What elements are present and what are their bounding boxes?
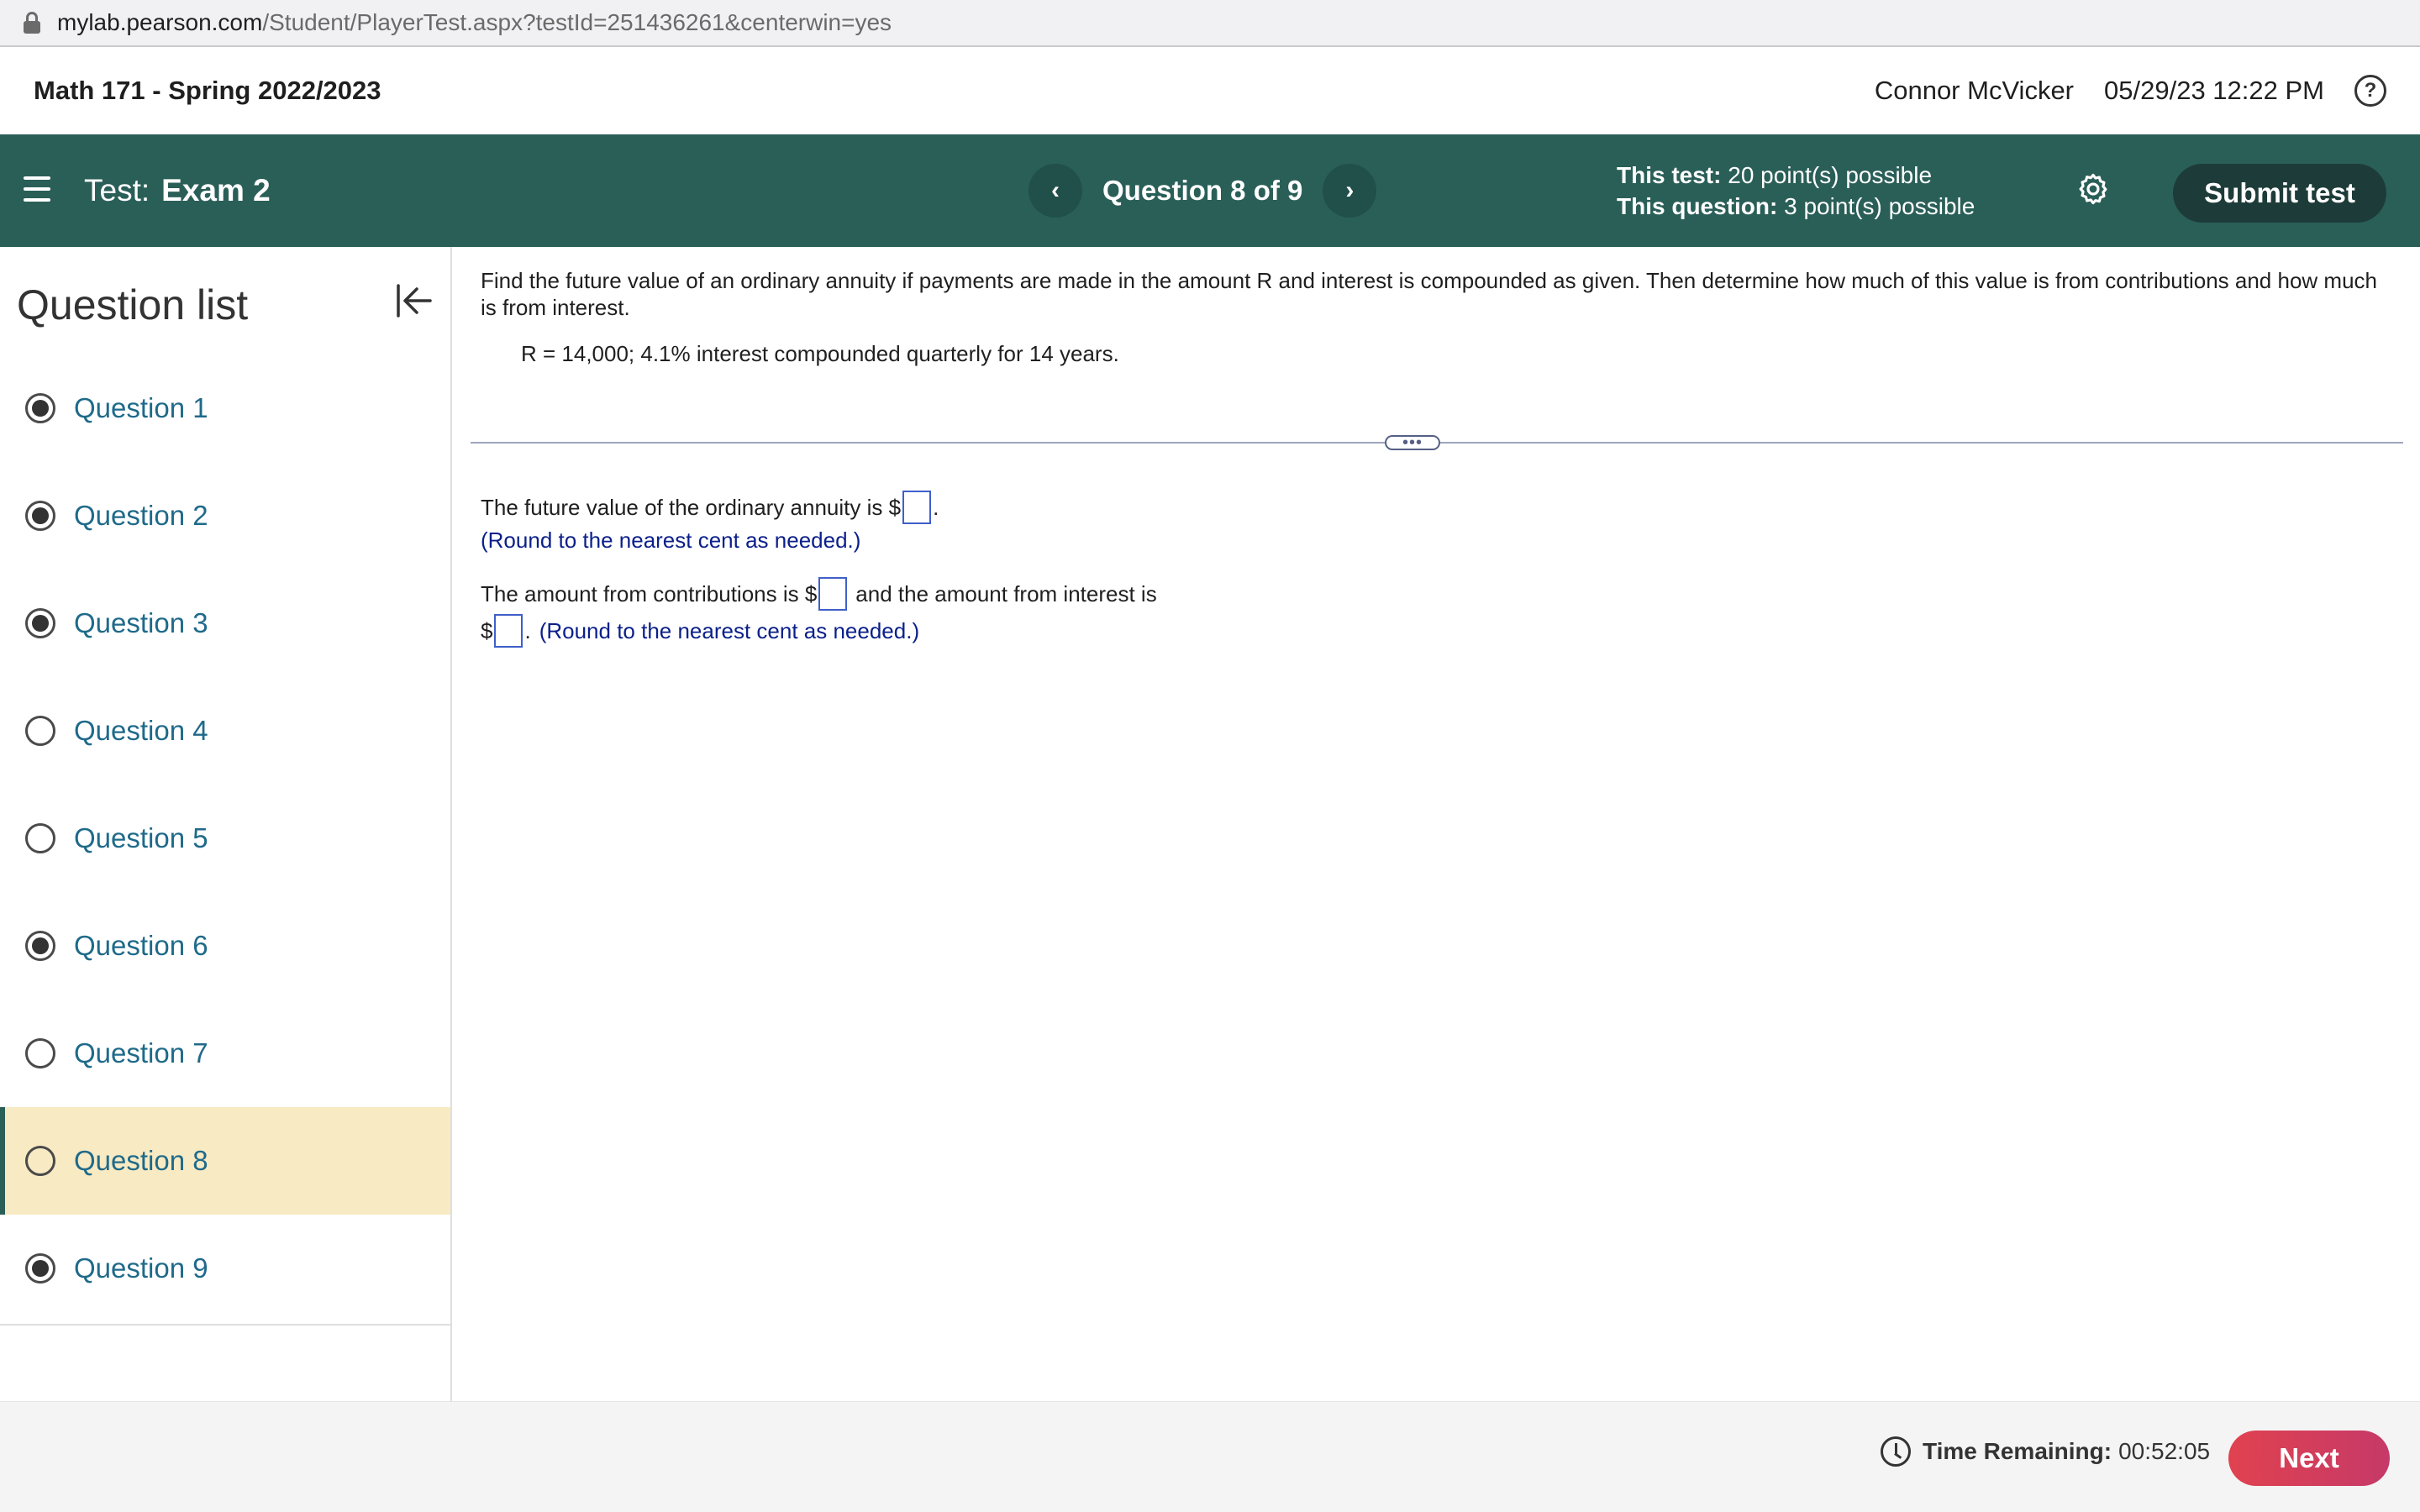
test-title: Test: Exam 2 (84, 134, 271, 247)
test-toolbar: Test: Exam 2 ‹ Question 8 of 9 › This te… (0, 134, 2420, 247)
previous-question-button[interactable]: ‹ (1028, 164, 1082, 218)
question-list-item-4[interactable]: Question 4 (0, 677, 450, 785)
answer-1-row: The future value of the ordinary annuity… (481, 491, 939, 524)
url-text[interactable]: mylab.pearson.com/Student/PlayerTest.asp… (57, 9, 892, 36)
question-given: R = 14,000; 4.1% interest compounded qua… (521, 341, 1119, 366)
question-list-item-9[interactable]: Question 9 (0, 1215, 450, 1322)
question-list-item-3[interactable]: Question 3 (0, 570, 450, 677)
collapse-left-icon[interactable] (393, 281, 434, 321)
question-list-item-5[interactable]: Question 5 (0, 785, 450, 892)
submit-test-button[interactable]: Submit test (2173, 164, 2386, 223)
clock-icon (1881, 1436, 1911, 1467)
points-info: This test: 20 point(s) possible This que… (1617, 160, 1975, 222)
unanswered-status-icon (25, 823, 55, 853)
question-points: This question: 3 point(s) possible (1617, 193, 1975, 219)
answered-status-icon (25, 501, 55, 531)
question-list-item-6[interactable]: Question 6 (0, 892, 450, 1000)
user-name: Connor McVicker (1874, 76, 2075, 105)
interest-input[interactable] (494, 614, 523, 648)
divider-handle[interactable]: ••• (1385, 434, 1440, 451)
unanswered-status-icon (25, 1146, 55, 1176)
answer-2-hint: (Round to the nearest cent as needed.) (539, 617, 920, 643)
future-value-input[interactable] (902, 491, 932, 524)
gear-icon[interactable] (2075, 171, 2111, 207)
question-list-item-1[interactable]: Question 1 (0, 354, 450, 462)
browser-url-bar[interactable]: mylab.pearson.com/Student/PlayerTest.asp… (0, 0, 2420, 47)
time-label: Time Remaining: (1923, 1438, 2112, 1464)
question-list-item-7[interactable]: Question 7 (0, 1000, 450, 1107)
contributions-input[interactable] (818, 577, 848, 611)
question-list-panel: Question list Question 1 Question 2 Ques… (0, 247, 452, 1401)
answer-1-hint-row: (Round to the nearest cent as needed.) (481, 528, 860, 554)
answer-2-second-row: $. (Round to the nearest cent as needed.) (481, 614, 919, 648)
menu-icon[interactable] (24, 176, 50, 202)
unanswered-status-icon (25, 716, 55, 746)
lock-icon (24, 12, 40, 34)
time-remaining: Time Remaining: 00:52:05 (1881, 1431, 2210, 1473)
answered-status-icon (25, 608, 55, 638)
question-list-item-2[interactable]: Question 2 (0, 462, 450, 570)
question-list: Question 1 Question 2 Question 3 Questio… (0, 354, 450, 1322)
test-label: Test: (84, 173, 150, 207)
next-question-button[interactable]: › (1323, 164, 1377, 218)
answer-2-row: The amount from contributions is $ and th… (481, 577, 1157, 611)
footer-bar: Time Remaining: 00:52:05 Next (0, 1401, 2420, 1512)
question-navigator: ‹ Question 8 of 9 › (1028, 134, 1377, 247)
course-header-right: Connor McVicker 05/29/23 12:22 PM ? (1875, 47, 2386, 134)
question-list-heading: Question list (17, 281, 249, 328)
answered-status-icon (25, 393, 55, 423)
time-value: 00:52:05 (2118, 1438, 2211, 1464)
answered-status-icon (25, 931, 55, 961)
question-prompt: Find the future value of an ordinary ann… (481, 268, 2377, 320)
answered-status-icon (25, 1253, 55, 1284)
unanswered-status-icon (25, 1038, 55, 1068)
question-position: Question 8 of 9 (1102, 175, 1303, 206)
question-panel: Find the future value of an ordinary ann… (454, 247, 2420, 1401)
question-list-item-8[interactable]: Question 8 (0, 1107, 450, 1215)
test-points: This test: 20 point(s) possible (1617, 162, 1933, 188)
question-list-divider (0, 1324, 450, 1326)
test-name: Exam 2 (161, 173, 271, 207)
course-header: Math 171 - Spring 2022/2023 Connor McVic… (0, 47, 2420, 134)
help-icon[interactable]: ? (2354, 75, 2386, 107)
course-title: Math 171 - Spring 2022/2023 (34, 76, 381, 105)
answer-1-hint: (Round to the nearest cent as needed.) (481, 528, 861, 553)
next-button[interactable]: Next (2228, 1431, 2390, 1486)
date-time: 05/29/23 12:22 PM (2104, 76, 2324, 105)
